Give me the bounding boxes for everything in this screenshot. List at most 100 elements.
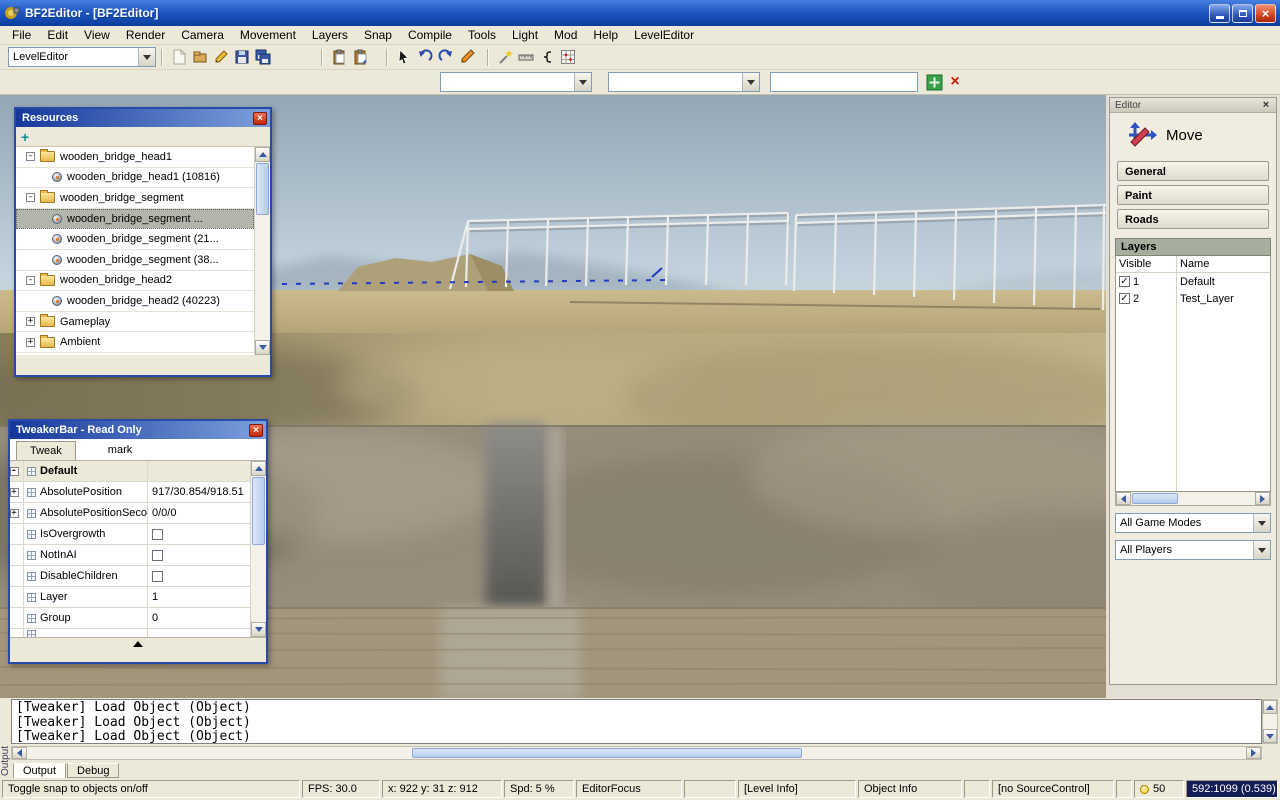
menu-file[interactable]: File bbox=[4, 27, 39, 43]
output-hscrollbar[interactable] bbox=[11, 746, 1262, 760]
layers-scrollbar[interactable] bbox=[1115, 492, 1271, 506]
rotate-right-icon[interactable] bbox=[435, 47, 456, 68]
scrollbar-thumb[interactable] bbox=[412, 748, 802, 758]
tab-output[interactable]: Output bbox=[13, 763, 67, 779]
editor-dock-header[interactable]: Editor × bbox=[1110, 98, 1276, 113]
chevron-down-icon[interactable] bbox=[1253, 514, 1270, 532]
tree-item[interactable]: wooden_bridge_head1 (10816) bbox=[16, 168, 254, 189]
tweaker-scrollbar[interactable] bbox=[250, 461, 266, 637]
checkbox[interactable] bbox=[152, 570, 163, 582]
rotate-left-icon[interactable] bbox=[414, 47, 435, 68]
property-row[interactable]: Group 0 bbox=[10, 608, 250, 629]
tree-item-selected[interactable]: wooden_bridge_segment ... bbox=[16, 208, 254, 230]
menu-tools[interactable]: Tools bbox=[460, 27, 504, 43]
expand-icon[interactable]: + bbox=[26, 337, 35, 347]
section-general-button[interactable]: General bbox=[1117, 161, 1269, 181]
edit-package-icon[interactable] bbox=[210, 47, 231, 68]
layer-row[interactable]: ✓ 1 Default bbox=[1116, 273, 1270, 290]
collapse-icon[interactable]: - bbox=[26, 152, 35, 162]
property-row[interactable]: IsOvergrowth bbox=[10, 524, 250, 545]
resources-panel-titlebar[interactable]: Resources × bbox=[16, 109, 270, 127]
menu-help[interactable]: Help bbox=[585, 27, 626, 43]
paste-icon[interactable] bbox=[328, 47, 349, 68]
minimize-button[interactable] bbox=[1209, 3, 1230, 23]
tree-item[interactable]: wooden_bridge_segment (21... bbox=[16, 229, 254, 250]
tweaker-scroll-strip[interactable] bbox=[10, 637, 266, 650]
menu-mod[interactable]: Mod bbox=[546, 27, 585, 43]
save-all-icon[interactable] bbox=[252, 47, 273, 68]
tree-item[interactable]: + Gameplay bbox=[16, 312, 254, 333]
menu-view[interactable]: View bbox=[76, 27, 118, 43]
menu-edit[interactable]: Edit bbox=[39, 27, 76, 43]
scroll-up-icon[interactable] bbox=[251, 461, 266, 476]
pen-icon[interactable] bbox=[456, 47, 477, 68]
paste-special-icon[interactable] bbox=[349, 47, 370, 68]
tree-item[interactable]: - wooden_bridge_head2 bbox=[16, 271, 254, 292]
tree-item[interactable]: + Ambient bbox=[16, 332, 254, 353]
game-modes-combobox[interactable]: All Game Modes bbox=[1115, 513, 1271, 533]
scroll-down-icon[interactable] bbox=[255, 340, 270, 355]
chevron-down-icon[interactable] bbox=[574, 73, 591, 91]
tweakerbar-titlebar[interactable]: TweakerBar - Read Only × bbox=[10, 421, 266, 439]
property-row[interactable]: DisableChildren bbox=[10, 566, 250, 587]
property-row[interactable]: + AbsolutePosition 917/30.854/918.51 bbox=[10, 482, 250, 503]
add-resource-icon[interactable]: + bbox=[21, 130, 29, 144]
scroll-up-icon[interactable] bbox=[1263, 700, 1277, 714]
scroll-left-icon[interactable] bbox=[1116, 492, 1131, 505]
menu-light[interactable]: Light bbox=[504, 27, 546, 43]
expand-icon[interactable]: + bbox=[10, 487, 19, 497]
menu-compile[interactable]: Compile bbox=[400, 27, 460, 43]
property-group-row[interactable]: - Default bbox=[10, 461, 250, 482]
output-vscrollbar[interactable] bbox=[1262, 699, 1278, 744]
property-row-clipped[interactable] bbox=[10, 629, 250, 637]
save-icon[interactable] bbox=[231, 47, 252, 68]
terrain-grid-icon[interactable] bbox=[557, 47, 578, 68]
new-document-icon[interactable] bbox=[168, 47, 189, 68]
chevron-down-icon[interactable] bbox=[138, 48, 155, 66]
object-type-combobox[interactable] bbox=[608, 72, 760, 92]
scrollbar-thumb[interactable] bbox=[256, 163, 269, 215]
open-package-icon[interactable] bbox=[189, 47, 210, 68]
tree-item[interactable]: wooden_bridge_segment (38... bbox=[16, 250, 254, 271]
tree-item[interactable]: - wooden_bridge_segment bbox=[16, 188, 254, 209]
close-icon[interactable]: × bbox=[249, 423, 263, 437]
property-row[interactable]: NotInAI bbox=[10, 545, 250, 566]
property-row[interactable]: + AbsolutePositionSeco... 0/0/0 bbox=[10, 503, 250, 524]
scroll-up-icon[interactable] bbox=[255, 147, 270, 162]
scroll-down-icon[interactable] bbox=[251, 622, 266, 637]
layer-visible-checkbox[interactable]: ✓ bbox=[1119, 293, 1130, 304]
scrollbar-thumb[interactable] bbox=[252, 477, 265, 545]
curve-tool-icon[interactable] bbox=[536, 47, 557, 68]
layer-visible-checkbox[interactable]: ✓ bbox=[1119, 276, 1130, 287]
scroll-right-icon[interactable] bbox=[1255, 492, 1270, 505]
scrollbar-thumb[interactable] bbox=[1132, 493, 1178, 504]
scroll-down-icon[interactable] bbox=[1263, 729, 1277, 743]
close-button[interactable]: × bbox=[1255, 3, 1276, 23]
object-search-input[interactable] bbox=[770, 72, 918, 92]
expand-icon[interactable]: + bbox=[10, 508, 19, 518]
checkbox[interactable] bbox=[152, 549, 163, 561]
measure-icon[interactable] bbox=[515, 47, 536, 68]
close-icon[interactable]: × bbox=[1259, 99, 1273, 111]
scroll-up-icon[interactable] bbox=[133, 641, 143, 647]
output-side-tab[interactable]: Output bbox=[0, 698, 11, 778]
collapse-icon[interactable]: - bbox=[10, 466, 19, 476]
menu-snap[interactable]: Snap bbox=[356, 27, 400, 43]
editor-mode-combobox[interactable]: LevelEditor bbox=[8, 47, 156, 67]
close-icon[interactable]: × bbox=[253, 111, 267, 125]
chevron-down-icon[interactable] bbox=[1253, 541, 1270, 559]
scroll-left-icon[interactable] bbox=[12, 747, 27, 759]
menu-movement[interactable]: Movement bbox=[232, 27, 304, 43]
menu-leveleditor[interactable]: LevelEditor bbox=[626, 27, 702, 43]
tree-item[interactable]: wooden_bridge_head2 (40223) bbox=[16, 291, 254, 312]
tab-mark[interactable]: mark bbox=[108, 444, 132, 460]
magic-wand-icon[interactable] bbox=[494, 47, 515, 68]
menu-layers[interactable]: Layers bbox=[304, 27, 356, 43]
players-combobox[interactable]: All Players bbox=[1115, 540, 1271, 560]
expand-icon[interactable]: + bbox=[26, 317, 35, 327]
select-cursor-icon[interactable] bbox=[393, 47, 414, 68]
resources-scrollbar[interactable] bbox=[254, 147, 270, 355]
chevron-down-icon[interactable] bbox=[742, 73, 759, 91]
output-log[interactable]: [Tweaker] Load Object (Object) [Tweaker]… bbox=[11, 699, 1262, 744]
scroll-right-icon[interactable] bbox=[1246, 747, 1261, 759]
